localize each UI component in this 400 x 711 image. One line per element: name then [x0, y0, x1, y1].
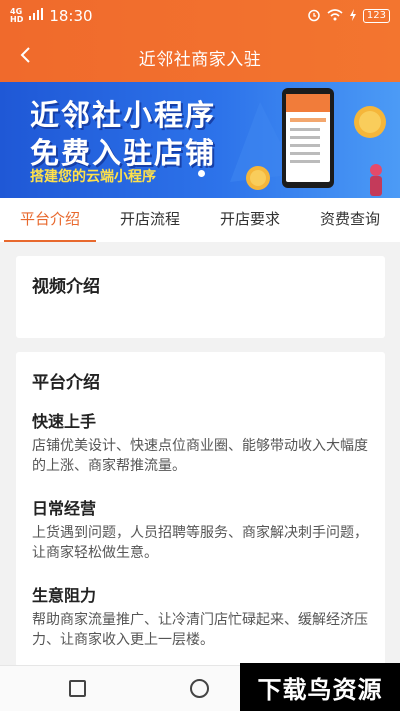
back-button[interactable] — [10, 42, 40, 72]
platform-intro-card: 平台介绍 快速上手 店铺优美设计、快速点位商业圈、能够带动收入大幅度的上涨、商家… — [16, 352, 385, 667]
app-header: 4G HD 18:30 123 近邻社商家入驻 — [0, 0, 400, 82]
nav-bar: 近邻社商家入驻 — [0, 32, 400, 82]
tab-store-process[interactable]: 开店流程 — [100, 198, 200, 242]
home-button[interactable] — [190, 679, 209, 698]
tab-platform-intro[interactable]: 平台介绍 — [0, 198, 100, 242]
alarm-icon — [307, 8, 321, 25]
recent-apps-button[interactable] — [69, 680, 86, 697]
carousel-dot[interactable] — [198, 170, 205, 177]
charging-icon — [349, 8, 357, 24]
chevron-left-icon — [19, 46, 31, 68]
tab-bar: 平台介绍 开店流程 开店要求 资费查询 — [0, 198, 400, 242]
video-intro-card[interactable]: 视频介绍 — [16, 256, 385, 338]
battery-indicator: 123 — [362, 9, 390, 23]
status-bar: 4G HD 18:30 123 — [0, 0, 400, 32]
banner-subtitle: 搭建您的云端小程序 — [30, 169, 156, 185]
section-text-business-obstacles: 帮助商家流量推广、让冷清门店忙碌起来、缓解经济压力、让商家收入更上一层楼。 — [32, 612, 368, 648]
watermark: 下载鸟资源 — [240, 663, 400, 711]
page-title: 近邻社商家入驻 — [138, 49, 262, 70]
banner-headline-1: 近邻社小程序 — [30, 98, 217, 132]
section-title-quick-start: 快速上手 — [32, 412, 97, 431]
phone-illustration — [230, 88, 386, 196]
section-text-quick-start: 店铺优美设计、快速点位商业圈、能够带动收入大幅度的上涨、商家帮推流量。 — [32, 438, 368, 474]
section-text-daily-operation: 上货遇到问题，人员招聘等服务、商家解决刺手问题，让商家轻松做生意。 — [32, 525, 368, 561]
promo-banner[interactable]: 近邻社小程序 免费入驻店铺 搭建您的云端小程序 — [0, 82, 400, 198]
signal-icon — [29, 8, 44, 24]
tab-fee-inquiry[interactable]: 资费查询 — [300, 198, 400, 242]
video-intro-title: 视频介绍 — [32, 277, 100, 297]
section-title-daily-operation: 日常经营 — [32, 499, 97, 518]
network-indicator: 4G HD — [10, 7, 24, 24]
platform-intro-title: 平台介绍 — [32, 373, 100, 393]
status-time: 18:30 — [49, 7, 93, 25]
wifi-icon — [327, 8, 343, 24]
section-title-business-obstacles: 生意阻力 — [32, 586, 97, 605]
tab-store-requirements[interactable]: 开店要求 — [200, 198, 300, 242]
